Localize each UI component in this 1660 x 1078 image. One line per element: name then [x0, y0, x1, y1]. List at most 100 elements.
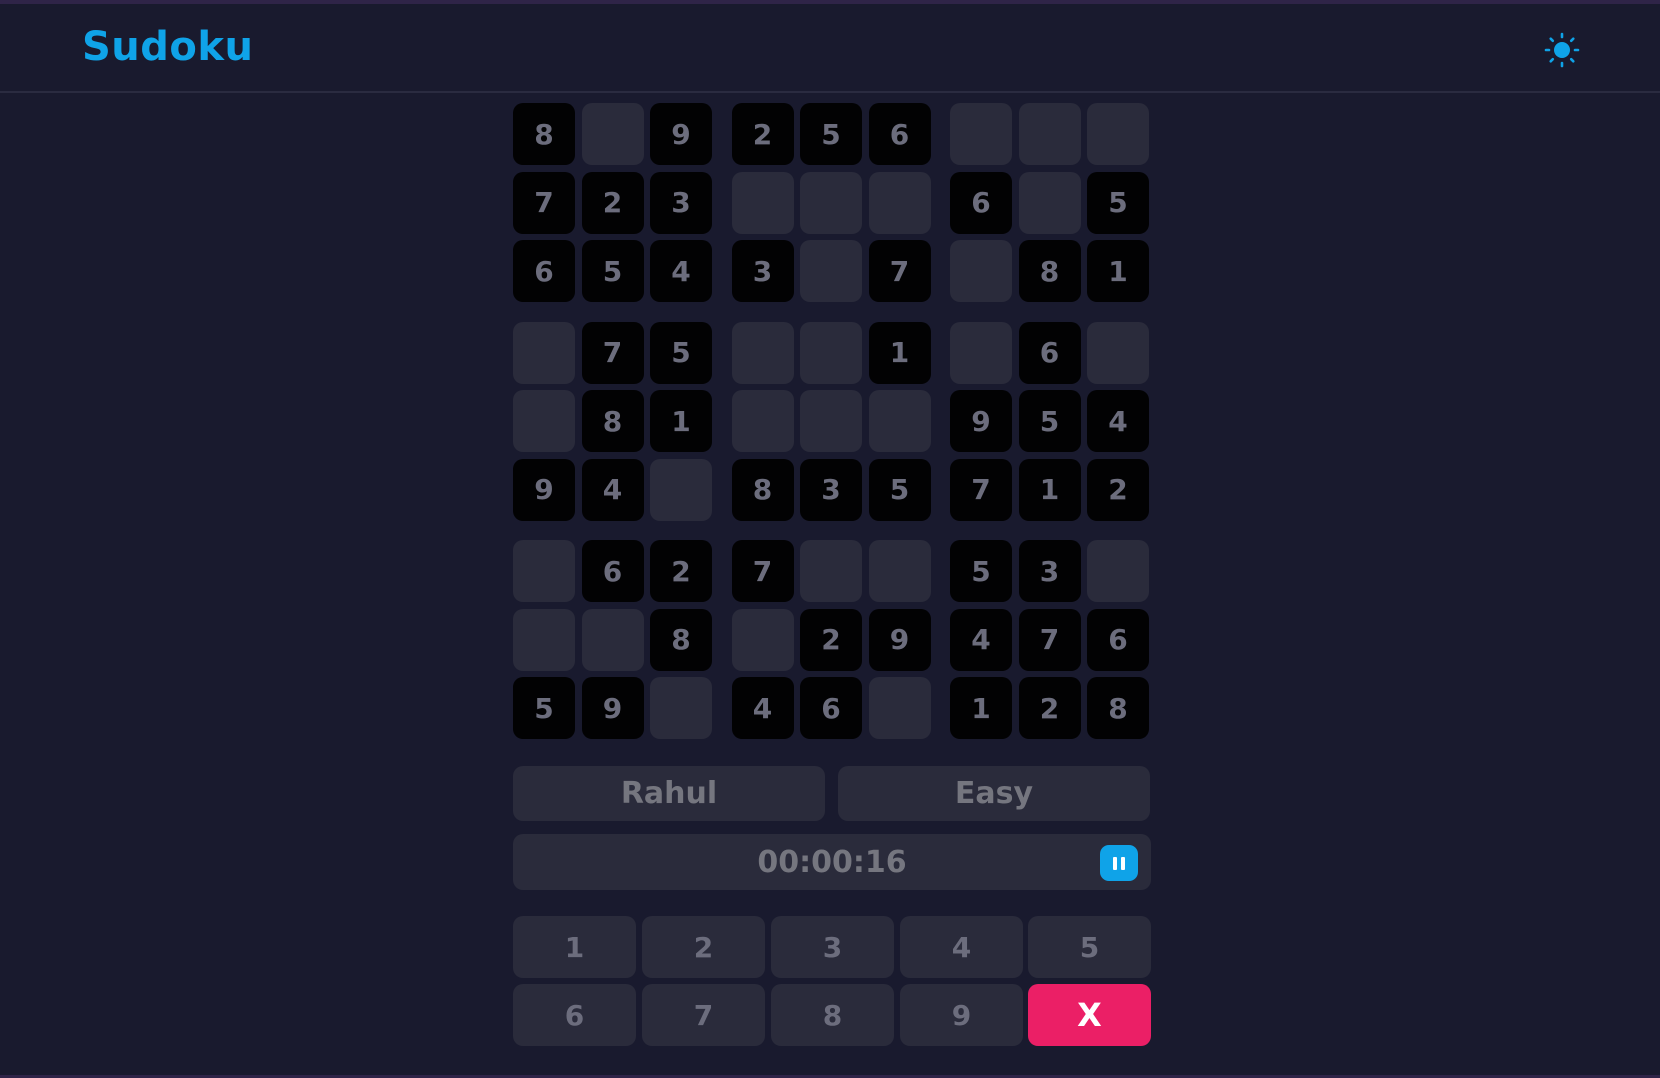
numpad-key-5[interactable]: 5 — [1028, 916, 1151, 978]
sudoku-cell[interactable]: 9 — [581, 677, 644, 739]
sudoku-cell[interactable]: 6 — [581, 540, 644, 602]
sudoku-cell[interactable]: 4 — [1087, 390, 1149, 452]
numpad-key-9[interactable]: 9 — [900, 984, 1023, 1046]
sudoku-cell[interactable]: 2 — [1018, 677, 1081, 739]
sudoku-cell[interactable]: 1 — [650, 390, 712, 452]
sudoku-cell[interactable]: 8 — [1087, 677, 1149, 739]
sudoku-cell[interactable]: 7 — [513, 171, 575, 234]
sudoku-cell[interactable]: 9 — [650, 103, 712, 165]
sudoku-board: 8925672365654378175168195494835712627538… — [513, 103, 1151, 742]
numpad-key-2[interactable]: 2 — [642, 916, 765, 978]
sudoku-cell[interactable]: 5 — [650, 321, 712, 384]
sudoku-cell[interactable]: 6 — [950, 171, 1012, 234]
sudoku-cell[interactable]: 1 — [868, 321, 931, 384]
sudoku-cell[interactable]: 8 — [581, 390, 644, 452]
sudoku-cell[interactable] — [731, 608, 794, 671]
sudoku-cell[interactable]: 3 — [731, 240, 794, 302]
sudoku-cell[interactable]: 5 — [581, 240, 644, 302]
sudoku-cell[interactable] — [1018, 103, 1081, 165]
sudoku-cell[interactable]: 5 — [800, 103, 862, 165]
erase-button[interactable]: X — [1028, 984, 1151, 1046]
sudoku-cell[interactable] — [800, 240, 862, 302]
sudoku-cell[interactable] — [513, 390, 575, 452]
pause-icon — [1121, 856, 1125, 870]
difficulty-box[interactable]: Easy — [838, 766, 1150, 821]
app-logo-title[interactable]: Sudoku — [82, 24, 253, 70]
sudoku-cell[interactable]: 4 — [950, 608, 1012, 671]
sudoku-cell[interactable] — [650, 677, 712, 739]
sudoku-cell[interactable]: 7 — [1018, 608, 1081, 671]
sudoku-cell[interactable]: 7 — [731, 540, 794, 602]
player-name-box: Rahul — [513, 766, 825, 821]
sudoku-cell[interactable]: 4 — [581, 458, 644, 521]
sudoku-cell[interactable] — [1087, 103, 1149, 165]
sudoku-cell[interactable]: 2 — [731, 103, 794, 165]
sudoku-cell[interactable] — [731, 390, 794, 452]
sudoku-cell[interactable] — [950, 321, 1012, 384]
numpad-key-7[interactable]: 7 — [642, 984, 765, 1046]
sudoku-cell[interactable]: 2 — [1087, 458, 1149, 521]
sudoku-cell[interactable]: 6 — [1018, 321, 1081, 384]
numpad-key-3[interactable]: 3 — [771, 916, 894, 978]
numpad-key-8[interactable]: 8 — [771, 984, 894, 1046]
sudoku-cell[interactable] — [513, 321, 575, 384]
sudoku-cell[interactable]: 5 — [513, 677, 575, 739]
sudoku-cell[interactable]: 8 — [650, 608, 712, 671]
sudoku-cell[interactable] — [513, 540, 575, 602]
sudoku-cell[interactable]: 2 — [581, 171, 644, 234]
sudoku-cell[interactable]: 5 — [1018, 390, 1081, 452]
sudoku-cell[interactable]: 2 — [800, 608, 862, 671]
sudoku-cell[interactable]: 8 — [731, 458, 794, 521]
sudoku-cell[interactable]: 5 — [868, 458, 931, 521]
sudoku-cell[interactable]: 4 — [650, 240, 712, 302]
sudoku-cell[interactable]: 4 — [731, 677, 794, 739]
sudoku-cell[interactable] — [650, 458, 712, 521]
sudoku-cell[interactable]: 7 — [950, 458, 1012, 521]
sudoku-cell[interactable]: 6 — [1087, 608, 1149, 671]
sudoku-cell[interactable]: 6 — [513, 240, 575, 302]
sudoku-cell[interactable]: 6 — [868, 103, 931, 165]
sudoku-cell[interactable]: 1 — [950, 677, 1012, 739]
sudoku-cell[interactable] — [1087, 540, 1149, 602]
theme-toggle-button[interactable] — [1540, 28, 1584, 72]
sudoku-cell[interactable]: 1 — [1018, 458, 1081, 521]
sudoku-cell[interactable]: 9 — [513, 458, 575, 521]
sudoku-cell[interactable]: 6 — [800, 677, 862, 739]
sudoku-cell[interactable]: 7 — [581, 321, 644, 384]
sudoku-cell[interactable] — [868, 677, 931, 739]
sudoku-cell[interactable]: 9 — [950, 390, 1012, 452]
sudoku-cell[interactable] — [950, 103, 1012, 165]
pause-icon — [1113, 856, 1117, 870]
sudoku-cell[interactable]: 5 — [1087, 171, 1149, 234]
sudoku-cell[interactable]: 8 — [513, 103, 575, 165]
sudoku-cell[interactable] — [800, 540, 862, 602]
sudoku-cell[interactable]: 1 — [1087, 240, 1149, 302]
numpad-key-1[interactable]: 1 — [513, 916, 636, 978]
sudoku-cell[interactable] — [1018, 171, 1081, 234]
numpad-key-6[interactable]: 6 — [513, 984, 636, 1046]
sudoku-cell[interactable] — [581, 103, 644, 165]
sudoku-cell[interactable] — [800, 390, 862, 452]
sudoku-cell[interactable]: 3 — [1018, 540, 1081, 602]
timer-display: 00:00:16 — [513, 834, 1151, 890]
sudoku-cell[interactable] — [1087, 321, 1149, 384]
sudoku-cell[interactable]: 5 — [950, 540, 1012, 602]
sudoku-cell[interactable]: 9 — [868, 608, 931, 671]
sudoku-cell[interactable]: 8 — [1018, 240, 1081, 302]
pause-button[interactable] — [1100, 845, 1138, 881]
sudoku-cell[interactable] — [950, 240, 1012, 302]
sudoku-cell[interactable]: 3 — [800, 458, 862, 521]
sudoku-cell[interactable]: 7 — [868, 240, 931, 302]
sudoku-cell[interactable] — [581, 608, 644, 671]
sudoku-cell[interactable] — [868, 390, 931, 452]
sudoku-cell[interactable] — [800, 171, 862, 234]
sudoku-cell[interactable]: 3 — [650, 171, 712, 234]
numpad-key-4[interactable]: 4 — [900, 916, 1023, 978]
sudoku-cell[interactable] — [731, 321, 794, 384]
sudoku-cell[interactable] — [731, 171, 794, 234]
sudoku-cell[interactable] — [513, 608, 575, 671]
sudoku-cell[interactable] — [800, 321, 862, 384]
sudoku-cell[interactable] — [868, 171, 931, 234]
sudoku-cell[interactable]: 2 — [650, 540, 712, 602]
sudoku-cell[interactable] — [868, 540, 931, 602]
